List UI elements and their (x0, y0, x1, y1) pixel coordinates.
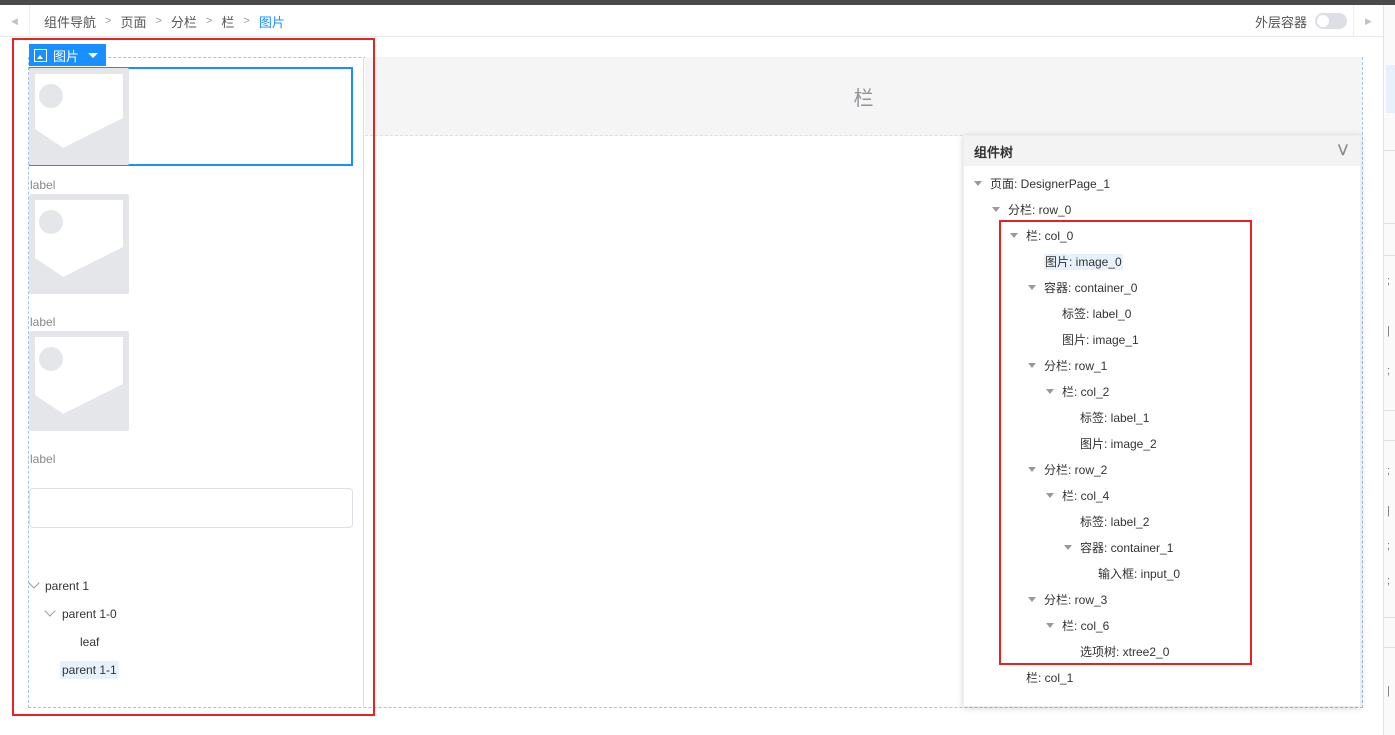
panel-edge-glyph: | (1387, 505, 1390, 517)
divider (1384, 647, 1395, 648)
breadcrumb-current: 图片 (258, 14, 285, 30)
component-tree-header: 组件树 ⋁ (964, 136, 1360, 166)
panel-edge-glyph: ; (1387, 575, 1391, 587)
highlight-box-tree (999, 220, 1252, 665)
breadcrumb-item-row[interactable]: 分栏 (171, 12, 197, 31)
panel-edge-glyph: ; (1387, 365, 1391, 377)
divider (1384, 255, 1395, 256)
tree-node[interactable]: 页面: DesignerPage_1 (974, 175, 1110, 192)
scroll-left-icon[interactable]: ◀ (0, 5, 30, 37)
outer-container-label: 外层容器 (1255, 14, 1308, 30)
col-1-label: 栏 (853, 87, 874, 110)
panel-edge-glyph: | (1387, 685, 1390, 697)
divider (1384, 223, 1395, 224)
highlight-box-canvas (12, 38, 375, 716)
outer-container-toggle: 外层容器 (1255, 5, 1348, 37)
chevron-right-icon: > (155, 15, 162, 27)
divider (1384, 440, 1395, 441)
chevron-right-icon: > (205, 15, 213, 27)
right-property-panel-edge: ; | ; ; | ; ; | (1383, 5, 1395, 735)
divider (1384, 410, 1395, 411)
breadcrumb-item-page[interactable]: 页面 (120, 12, 146, 31)
panel-edge-glyph: ; (1387, 540, 1391, 552)
col-1-area[interactable]: 栏 (365, 57, 1362, 136)
divider (1384, 617, 1395, 618)
breadcrumb-bar: ◀ 组件导航 > 页面 > 分栏 > 栏 > 图片 外层容器 ▶ (0, 5, 1383, 37)
panel-edge-glyph: | (1387, 325, 1390, 337)
panel-edge-glyph: ; (1387, 465, 1391, 477)
caret-down-icon[interactable] (974, 181, 982, 186)
caret-down-icon[interactable] (992, 207, 1000, 212)
scroll-right-icon[interactable]: ▶ (1353, 5, 1383, 37)
chevron-right-icon: > (105, 15, 112, 27)
breadcrumb: 组件导航 > 页面 > 分栏 > 栏 > 图片 (44, 5, 285, 37)
tree-node[interactable]: 栏: col_1 (1026, 669, 1073, 686)
chevron-right-icon: > (243, 15, 250, 27)
tree-node[interactable]: 分栏: row_0 (992, 201, 1071, 218)
breadcrumb-item-col[interactable]: 栏 (221, 12, 234, 31)
component-tree-title: 组件树 (974, 144, 1014, 160)
panel-tab-active[interactable] (1386, 65, 1395, 113)
panel-edge-glyph: ; (1387, 275, 1391, 287)
breadcrumb-item-nav[interactable]: 组件导航 (44, 12, 96, 31)
collapse-icon[interactable]: ⋁ (1338, 142, 1348, 156)
outer-container-switch[interactable] (1315, 13, 1348, 29)
divider (1384, 150, 1395, 151)
